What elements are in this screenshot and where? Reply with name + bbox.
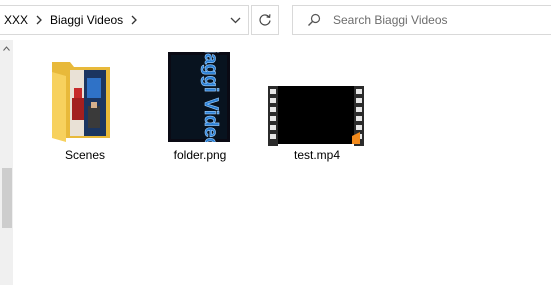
toolbar: XXX Biaggi Videos xyxy=(0,0,551,40)
address-history-dropdown-button[interactable] xyxy=(222,6,248,34)
search-icon xyxy=(307,12,323,28)
navigation-pane-scrollbar[interactable] xyxy=(0,40,13,285)
breadcrumb: XXX Biaggi Videos xyxy=(0,6,141,34)
chevron-right-icon[interactable] xyxy=(32,15,46,25)
file-item-scenes[interactable]: Scenes xyxy=(40,50,130,165)
thumbnail-text: Biaggi Videos xyxy=(200,52,221,142)
search-box[interactable] xyxy=(292,5,551,35)
chevron-right-icon[interactable] xyxy=(127,15,141,25)
scrollbar-thumb[interactable] xyxy=(2,168,12,228)
breadcrumb-item-xxx[interactable]: XXX xyxy=(0,13,32,27)
chevron-down-icon xyxy=(230,17,240,23)
file-name: folder.png xyxy=(173,148,227,162)
refresh-icon xyxy=(259,14,271,26)
file-name: test.mp4 xyxy=(293,148,341,162)
file-item-folder-png[interactable]: Biaggi Videos folder.png xyxy=(155,50,245,165)
breadcrumb-item-biaggi-videos[interactable]: Biaggi Videos xyxy=(46,13,127,27)
image-thumbnail: Biaggi Videos xyxy=(168,52,230,142)
search-input[interactable] xyxy=(333,10,533,30)
address-bar[interactable]: XXX Biaggi Videos xyxy=(0,5,249,35)
refresh-button[interactable] xyxy=(251,5,279,35)
file-name: Scenes xyxy=(64,148,106,162)
scroll-up-arrow-icon[interactable] xyxy=(3,46,10,51)
file-item-test-mp4[interactable]: test.mp4 xyxy=(262,50,372,165)
video-thumbnail xyxy=(268,86,364,146)
folder-icon xyxy=(52,62,110,142)
